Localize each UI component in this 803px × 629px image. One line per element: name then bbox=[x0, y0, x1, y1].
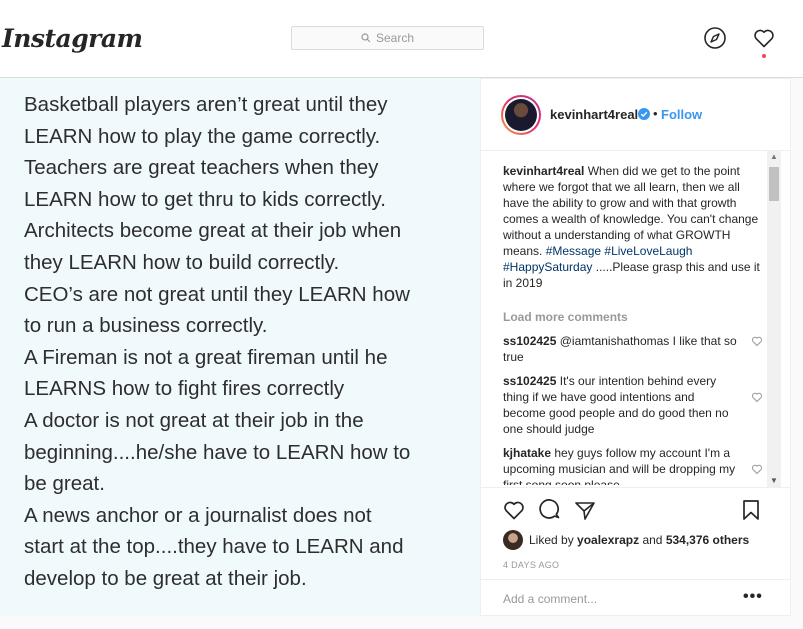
image-text-line: LEARN how to play the game correctly. bbox=[24, 124, 381, 148]
comment-like-heart-icon[interactable] bbox=[751, 335, 763, 347]
comments-list[interactable]: kevinhart4real When did we get to the po… bbox=[503, 163, 765, 485]
separator-dot: • bbox=[653, 106, 658, 121]
save-bookmark-icon[interactable] bbox=[739, 498, 763, 522]
likes-prefix: Liked by bbox=[529, 533, 574, 547]
explore-compass-icon[interactable] bbox=[703, 26, 727, 50]
add-comment-input[interactable] bbox=[503, 590, 733, 608]
image-text-line: A doctor is not great at their job in th… bbox=[24, 408, 364, 432]
image-text-line: beginning....he/she have to LEARN how to bbox=[24, 440, 411, 464]
add-comment-bar: ••• bbox=[481, 579, 790, 618]
verified-badge-icon bbox=[638, 108, 650, 120]
top-navigation-bar: Instagram Search bbox=[0, 0, 803, 78]
image-text-line: CEO’s are not great until they LEARN how bbox=[24, 282, 410, 306]
image-text-line: LEARNS how to fight fires correctly bbox=[24, 377, 345, 401]
image-text-line: develop to be great at their job. bbox=[24, 566, 307, 590]
scroll-down-arrow-icon[interactable]: ▼ bbox=[767, 475, 781, 487]
image-text-line: be great. bbox=[24, 472, 105, 496]
activity-heart-icon[interactable] bbox=[752, 26, 776, 50]
image-text-line: A Fireman is not a great fireman until h… bbox=[24, 345, 388, 369]
instagram-logo[interactable]: Instagram bbox=[2, 24, 143, 53]
post-caption: kevinhart4real When did we get to the po… bbox=[503, 163, 765, 291]
post-image[interactable]: Basketball players aren’t great until th… bbox=[0, 78, 480, 616]
more-options-button[interactable]: ••• bbox=[743, 588, 763, 606]
comment-item: ss102425 It's our intention behind every… bbox=[503, 373, 765, 437]
post-timestamp[interactable]: 4 DAYS AGO bbox=[503, 560, 559, 570]
comment-username[interactable]: ss102425 bbox=[503, 334, 556, 348]
post-actions: Liked by yoalexrapz and 534,376 others 4… bbox=[481, 487, 790, 617]
post-header: kevinhart4real • Follow bbox=[481, 79, 790, 151]
liker-avatar[interactable] bbox=[503, 530, 523, 550]
post-details-panel: kevinhart4real • Follow kevinhart4real W… bbox=[480, 78, 791, 616]
comment-username[interactable]: ss102425 bbox=[503, 374, 556, 388]
likes-and: and bbox=[642, 533, 663, 547]
likes-summary: Liked by yoalexrapz and 534,376 others bbox=[503, 530, 749, 550]
image-text-line: start at the top....they have to LEARN a… bbox=[24, 535, 404, 559]
comment-like-heart-icon[interactable] bbox=[751, 391, 763, 403]
search-icon bbox=[361, 33, 371, 43]
image-text-line: Basketball players aren’t great until th… bbox=[24, 93, 388, 116]
comment-like-heart-icon[interactable] bbox=[751, 463, 763, 475]
image-text-line: Teachers are great teachers when they bbox=[24, 156, 379, 180]
scrollbar-thumb[interactable] bbox=[769, 167, 779, 201]
follow-button[interactable]: Follow bbox=[661, 107, 702, 122]
image-text-line: LEARN how to get thru to kids correctly. bbox=[24, 187, 386, 211]
image-text-line: A news anchor or a journalist does not bbox=[24, 503, 372, 527]
image-text-line: Architects become great at their job whe… bbox=[24, 219, 402, 243]
liker-username[interactable]: yoalexrapz bbox=[577, 533, 639, 547]
comment-item: ss102425 @iamtanishathomas I like that s… bbox=[503, 333, 765, 365]
notification-dot bbox=[762, 54, 766, 58]
search-placeholder: Search bbox=[375, 31, 415, 45]
likes-text: Liked by yoalexrapz and 534,376 others bbox=[529, 533, 749, 547]
post-image-text: Basketball players aren’t great until th… bbox=[24, 89, 410, 595]
scroll-up-arrow-icon[interactable]: ▲ bbox=[767, 151, 781, 163]
like-heart-icon[interactable] bbox=[502, 498, 526, 522]
story-ring[interactable] bbox=[501, 95, 541, 135]
avatar bbox=[503, 97, 539, 133]
post-username[interactable]: kevinhart4real bbox=[550, 107, 638, 122]
comment-item: kjhatake hey guys follow my account I'm … bbox=[503, 445, 765, 485]
comment-bubble-icon[interactable] bbox=[538, 498, 562, 522]
comments-scrollbar[interactable]: ▲ ▼ bbox=[767, 151, 781, 487]
image-text-line: to run a business correctly. bbox=[24, 314, 268, 338]
avatar-photo bbox=[505, 99, 537, 131]
load-more-comments-button[interactable]: Load more comments bbox=[503, 309, 765, 325]
image-text-line: they LEARN how to build correctly. bbox=[24, 250, 340, 274]
caption-username[interactable]: kevinhart4real bbox=[503, 164, 584, 178]
likes-count[interactable]: 534,376 others bbox=[666, 533, 749, 547]
comment-username[interactable]: kjhatake bbox=[503, 446, 551, 460]
share-icon[interactable] bbox=[573, 498, 597, 522]
search-box[interactable]: Search bbox=[291, 26, 484, 50]
